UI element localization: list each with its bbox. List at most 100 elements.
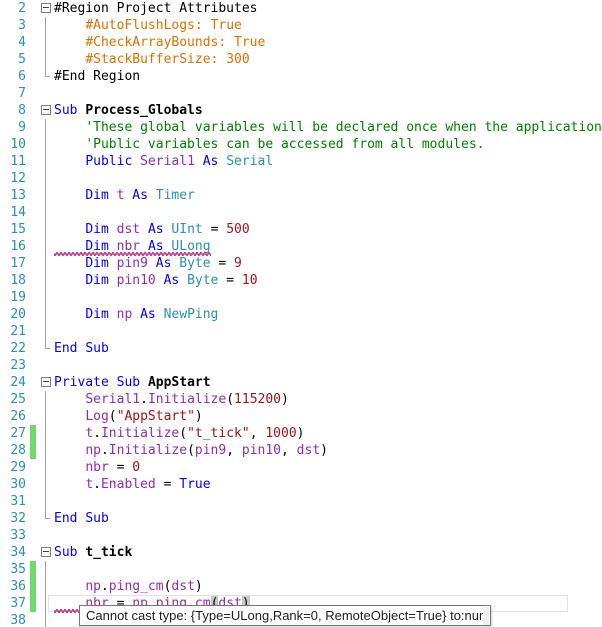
code-line[interactable]: 29 nbr = 0 xyxy=(0,459,602,476)
line-number: 12 xyxy=(10,171,26,186)
code-text[interactable]: #CheckArrayBounds: True xyxy=(54,34,265,51)
code-line[interactable]: 2 #Region Project Attributes xyxy=(0,0,602,17)
code-text[interactable]: Log("AppStart") xyxy=(54,408,202,425)
code-text[interactable]: #End Region xyxy=(54,68,140,85)
fold-column[interactable] xyxy=(40,544,54,561)
fold-column xyxy=(40,391,54,408)
fold-column xyxy=(40,340,54,357)
code-line[interactable]: 13 Dim t As Timer xyxy=(0,187,602,204)
fold-column xyxy=(40,272,54,289)
code-text[interactable]: End Sub xyxy=(54,510,109,527)
code-text[interactable]: End Sub xyxy=(54,340,109,357)
code-line[interactable]: 23 xyxy=(0,357,602,374)
fold-guide-line xyxy=(45,323,46,340)
code-text[interactable]: Dim dst As UInt = 500 xyxy=(54,221,249,238)
code-text[interactable]: Sub t_tick xyxy=(54,544,132,561)
fold-column xyxy=(40,170,54,187)
code-line[interactable]: 27 t.Initialize("t_tick", 1000) xyxy=(0,425,602,442)
code-line[interactable]: 8 Sub Process_Globals xyxy=(0,102,602,119)
code-line[interactable]: 9 'These global variables will be declar… xyxy=(0,119,602,136)
fold-guide-line xyxy=(45,170,46,187)
code-line[interactable]: 6 #End Region xyxy=(0,68,602,85)
change-bar xyxy=(30,595,36,612)
fold-collapse-icon[interactable] xyxy=(41,3,51,13)
code-text[interactable]: Dim t As Timer xyxy=(54,187,195,204)
code-text[interactable]: Dim nbr As ULong xyxy=(54,238,210,255)
code-line[interactable]: 14 xyxy=(0,204,602,221)
code-text[interactable]: Dim pin10 As Byte = 10 xyxy=(54,272,257,289)
code-line[interactable]: 32 End Sub xyxy=(0,510,602,527)
code-text[interactable]: np.ping_cm(dst) xyxy=(54,578,202,595)
code-editor[interactable]: 2 #Region Project Attributes 3 #AutoFlushL… xyxy=(0,0,602,627)
code-line[interactable]: 7 xyxy=(0,85,602,102)
code-text[interactable]: 'Public variables can be accessed from a… xyxy=(54,136,484,153)
fold-guide-line xyxy=(45,204,46,221)
fold-collapse-icon[interactable] xyxy=(41,105,51,115)
line-number: 11 xyxy=(10,154,26,169)
code-line[interactable]: 3 #AutoFlushLogs: True xyxy=(0,17,602,34)
code-line[interactable]: 25 Serial1.Initialize(115200) xyxy=(0,391,602,408)
code-line[interactable]: 10 'Public variables can be accessed fro… xyxy=(0,136,602,153)
fold-collapse-icon[interactable] xyxy=(41,547,51,557)
code-line[interactable]: 19 xyxy=(0,289,602,306)
code-line[interactable]: 33 xyxy=(0,527,602,544)
code-line[interactable]: 20 Dim np As NewPing xyxy=(0,306,602,323)
line-number: 17 xyxy=(10,256,26,271)
fold-column xyxy=(40,85,54,102)
fold-column[interactable] xyxy=(40,374,54,391)
code-line[interactable]: 31 xyxy=(0,493,602,510)
fold-collapse-icon[interactable] xyxy=(41,377,51,387)
fold-guide-line xyxy=(45,136,46,153)
change-bar xyxy=(30,578,36,595)
code-line[interactable]: 35 xyxy=(0,561,602,578)
code-text[interactable]: #StackBufferSize: 300 xyxy=(54,51,249,68)
code-line[interactable]: 4 #CheckArrayBounds: True xyxy=(0,34,602,51)
fold-column[interactable] xyxy=(40,0,54,17)
code-line[interactable]: 22 End Sub xyxy=(0,340,602,357)
error-tooltip: Cannot cast type: {Type=ULong,Rank=0, Re… xyxy=(79,605,491,626)
code-text[interactable]: t.Enabled = True xyxy=(54,476,210,493)
code-text[interactable]: #Region Project Attributes xyxy=(54,0,258,17)
fold-column xyxy=(40,221,54,238)
line-number: 27 xyxy=(10,426,26,441)
code-text[interactable]: 'These global variables will be declared… xyxy=(54,119,602,136)
code-line[interactable]: 34 Sub t_tick xyxy=(0,544,602,561)
fold-column xyxy=(40,408,54,425)
fold-guide-line xyxy=(45,408,46,425)
code-text[interactable]: Public Serial1 As Serial xyxy=(54,153,273,170)
code-text[interactable]: nbr = 0 xyxy=(54,459,140,476)
code-line[interactable]: 11 Public Serial1 As Serial xyxy=(0,153,602,170)
fold-column xyxy=(40,51,54,68)
fold-column xyxy=(40,527,54,544)
error-squiggle: Dim nbr As ULong xyxy=(54,239,210,254)
code-line[interactable]: 16 Dim nbr As ULong xyxy=(0,238,602,255)
code-line[interactable]: 5 #StackBufferSize: 300 xyxy=(0,51,602,68)
fold-guide-line xyxy=(45,17,46,34)
fold-column[interactable] xyxy=(40,102,54,119)
code-line[interactable]: 24 Private Sub AppStart xyxy=(0,374,602,391)
fold-guide-line xyxy=(45,391,46,408)
code-line[interactable]: 36 np.ping_cm(dst) xyxy=(0,578,602,595)
code-text[interactable]: Private Sub AppStart xyxy=(54,374,211,391)
line-number: 30 xyxy=(10,477,26,492)
code-text[interactable]: t.Initialize("t_tick", 1000) xyxy=(54,425,304,442)
line-number: 26 xyxy=(10,409,26,424)
code-text[interactable]: Dim np As NewPing xyxy=(54,306,218,323)
code-line[interactable]: 28 np.Initialize(pin9, pin10, dst) xyxy=(0,442,602,459)
change-bar xyxy=(30,561,36,578)
code-line[interactable]: 21 xyxy=(0,323,602,340)
code-line[interactable]: 12 xyxy=(0,170,602,187)
code-text[interactable]: #AutoFlushLogs: True xyxy=(54,17,242,34)
fold-guide-line xyxy=(45,442,46,459)
fold-guide-line xyxy=(45,187,46,204)
code-line[interactable]: 15 Dim dst As UInt = 500 xyxy=(0,221,602,238)
code-text[interactable]: Dim pin9 As Byte = 9 xyxy=(54,255,242,272)
code-line[interactable]: 26 Log("AppStart") xyxy=(0,408,602,425)
code-text[interactable]: np.Initialize(pin9, pin10, dst) xyxy=(54,442,328,459)
tooltip-scroll-edge xyxy=(483,607,489,625)
code-text[interactable]: Serial1.Initialize(115200) xyxy=(54,391,289,408)
code-line[interactable]: 17 Dim pin9 As Byte = 9 xyxy=(0,255,602,272)
code-line[interactable]: 18 Dim pin10 As Byte = 10 xyxy=(0,272,602,289)
code-line[interactable]: 30 t.Enabled = True xyxy=(0,476,602,493)
code-text[interactable]: Sub Process_Globals xyxy=(54,102,203,119)
